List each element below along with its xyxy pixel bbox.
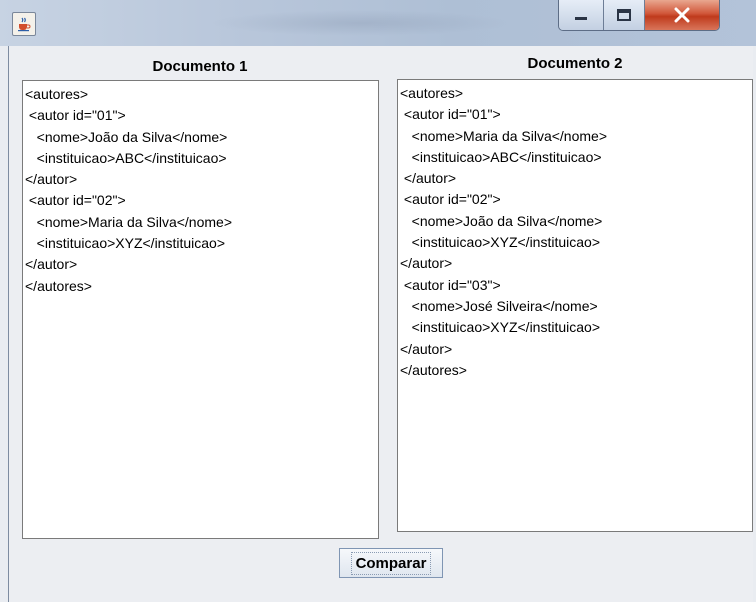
xml-line: <nome>João da Silva</nome> — [400, 212, 603, 229]
xml-line: <instituicao>XYZ</instituicao> — [400, 319, 600, 336]
xml-line: <nome>Maria da Silva</nome> — [400, 127, 608, 144]
xml-line: <nome>José Silveira</nome> — [400, 297, 598, 314]
xml-line: </autor> — [25, 171, 78, 188]
xml-line: <autor id="03"> — [400, 276, 501, 293]
xml-line: <autor id="01"> — [400, 106, 501, 123]
compare-button-label: Comparar — [350, 551, 432, 575]
document-2-title: Documento 2 — [527, 55, 623, 72]
title-bar[interactable] — [0, 0, 756, 46]
xml-line: <autor id="01"> — [25, 107, 126, 124]
xml-line: <autor id="02"> — [25, 192, 126, 209]
window-controls — [558, 0, 720, 31]
xml-line: <autores> — [400, 85, 464, 101]
close-button[interactable] — [645, 0, 719, 30]
xml-line: </autor> — [400, 255, 453, 272]
xml-line: </autor> — [25, 256, 78, 273]
window-title — [210, 10, 510, 36]
xml-line: </autor> — [400, 170, 457, 187]
xml-line: <instituicao>XYZ</instituicao> — [400, 234, 600, 251]
xml-line: <nome>Maria da Silva</nome> — [25, 213, 233, 230]
minimize-button[interactable] — [559, 0, 604, 30]
document-1-title: Documento 1 — [152, 58, 248, 75]
xml-line: <autor id="02"> — [400, 191, 501, 208]
xml-line: </autor> — [400, 340, 453, 357]
xml-line: <instituicao>ABC</instituicao> — [25, 149, 227, 166]
xml-line: </autores> — [400, 361, 467, 378]
minimize-icon — [575, 17, 587, 20]
xml-line: <nome>João da Silva</nome> — [25, 128, 228, 145]
maximize-button[interactable] — [604, 0, 645, 30]
close-icon — [674, 7, 690, 23]
java-coffee-cup-icon[interactable] — [12, 12, 36, 36]
document-1-textarea[interactable]: <autores> <autor id="01"> <nome>João da … — [22, 80, 379, 539]
compare-button[interactable]: Comparar — [339, 548, 443, 578]
xml-line: </autores> — [25, 277, 92, 294]
maximize-icon — [617, 9, 631, 21]
document-2-textarea[interactable]: <autores> <autor id="01"> <nome>Maria da… — [397, 79, 753, 532]
xml-line: <autores> — [25, 86, 89, 102]
xml-line: <instituicao>ABC</instituicao> — [400, 148, 602, 165]
xml-line: <instituicao>XYZ</instituicao> — [25, 235, 225, 252]
